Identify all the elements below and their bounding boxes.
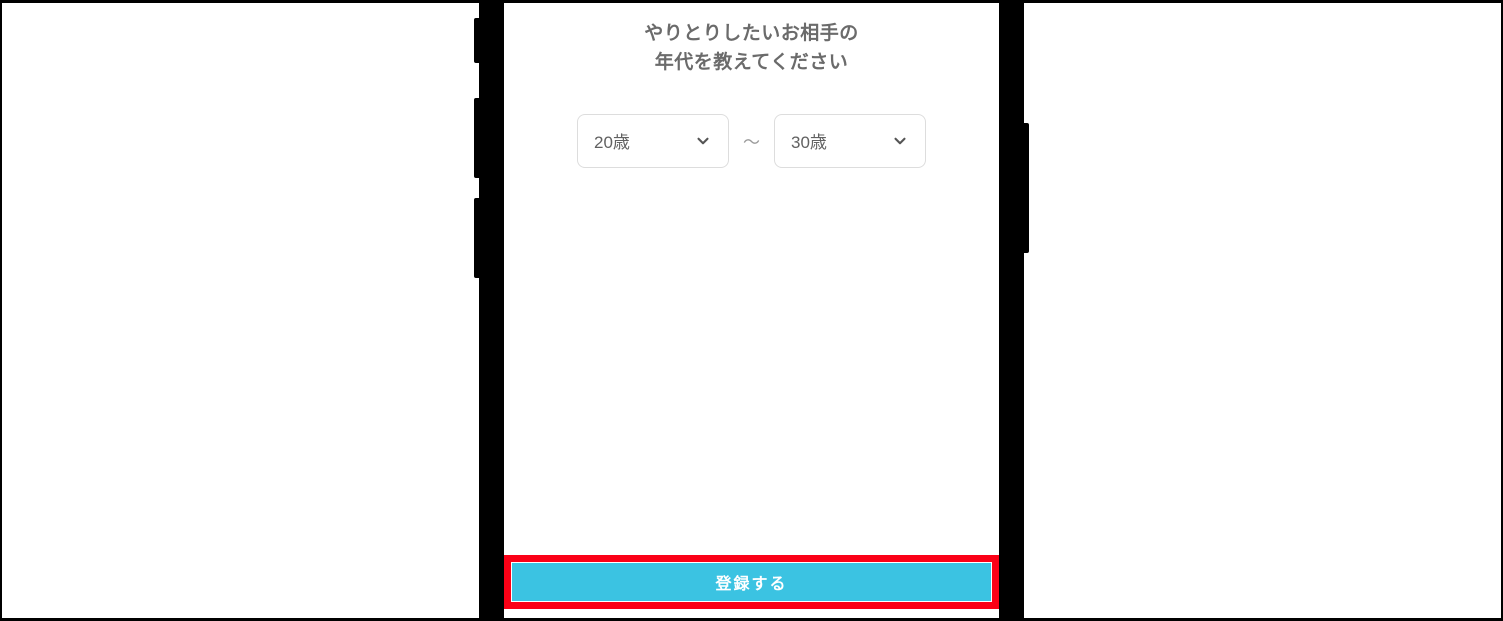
app-screen: やりとりしたいお相手の 年代を教えてください 20歳 〜 30歳 bbox=[504, 3, 999, 618]
age-range-row: 20歳 〜 30歳 bbox=[504, 114, 999, 168]
phone-side-button bbox=[474, 98, 479, 178]
phone-side-button bbox=[474, 198, 479, 278]
age-max-select[interactable]: 30歳 bbox=[774, 114, 926, 168]
phone-side-button bbox=[474, 18, 479, 63]
register-button-label: 登録する bbox=[715, 570, 787, 594]
phone-frame: やりとりしたいお相手の 年代を教えてください 20歳 〜 30歳 bbox=[479, 3, 1024, 618]
age-max-value: 30歳 bbox=[791, 128, 891, 153]
age-min-value: 20歳 bbox=[594, 128, 694, 153]
chevron-down-icon bbox=[891, 132, 909, 150]
prompt-text: やりとりしたいお相手の 年代を教えてください bbox=[504, 3, 999, 78]
outer-frame: やりとりしたいお相手の 年代を教えてください 20歳 〜 30歳 bbox=[2, 3, 1501, 618]
register-highlight-box: 登録する bbox=[504, 555, 999, 609]
range-separator: 〜 bbox=[743, 128, 760, 153]
prompt-line-2: 年代を教えてください bbox=[504, 48, 999, 77]
phone-body: やりとりしたいお相手の 年代を教えてください 20歳 〜 30歳 bbox=[479, 3, 1024, 618]
prompt-line-1: やりとりしたいお相手の bbox=[504, 19, 999, 48]
phone-side-button bbox=[1024, 123, 1029, 253]
chevron-down-icon bbox=[694, 132, 712, 150]
spacer bbox=[504, 168, 999, 555]
register-button[interactable]: 登録する bbox=[511, 562, 992, 602]
age-min-select[interactable]: 20歳 bbox=[577, 114, 729, 168]
